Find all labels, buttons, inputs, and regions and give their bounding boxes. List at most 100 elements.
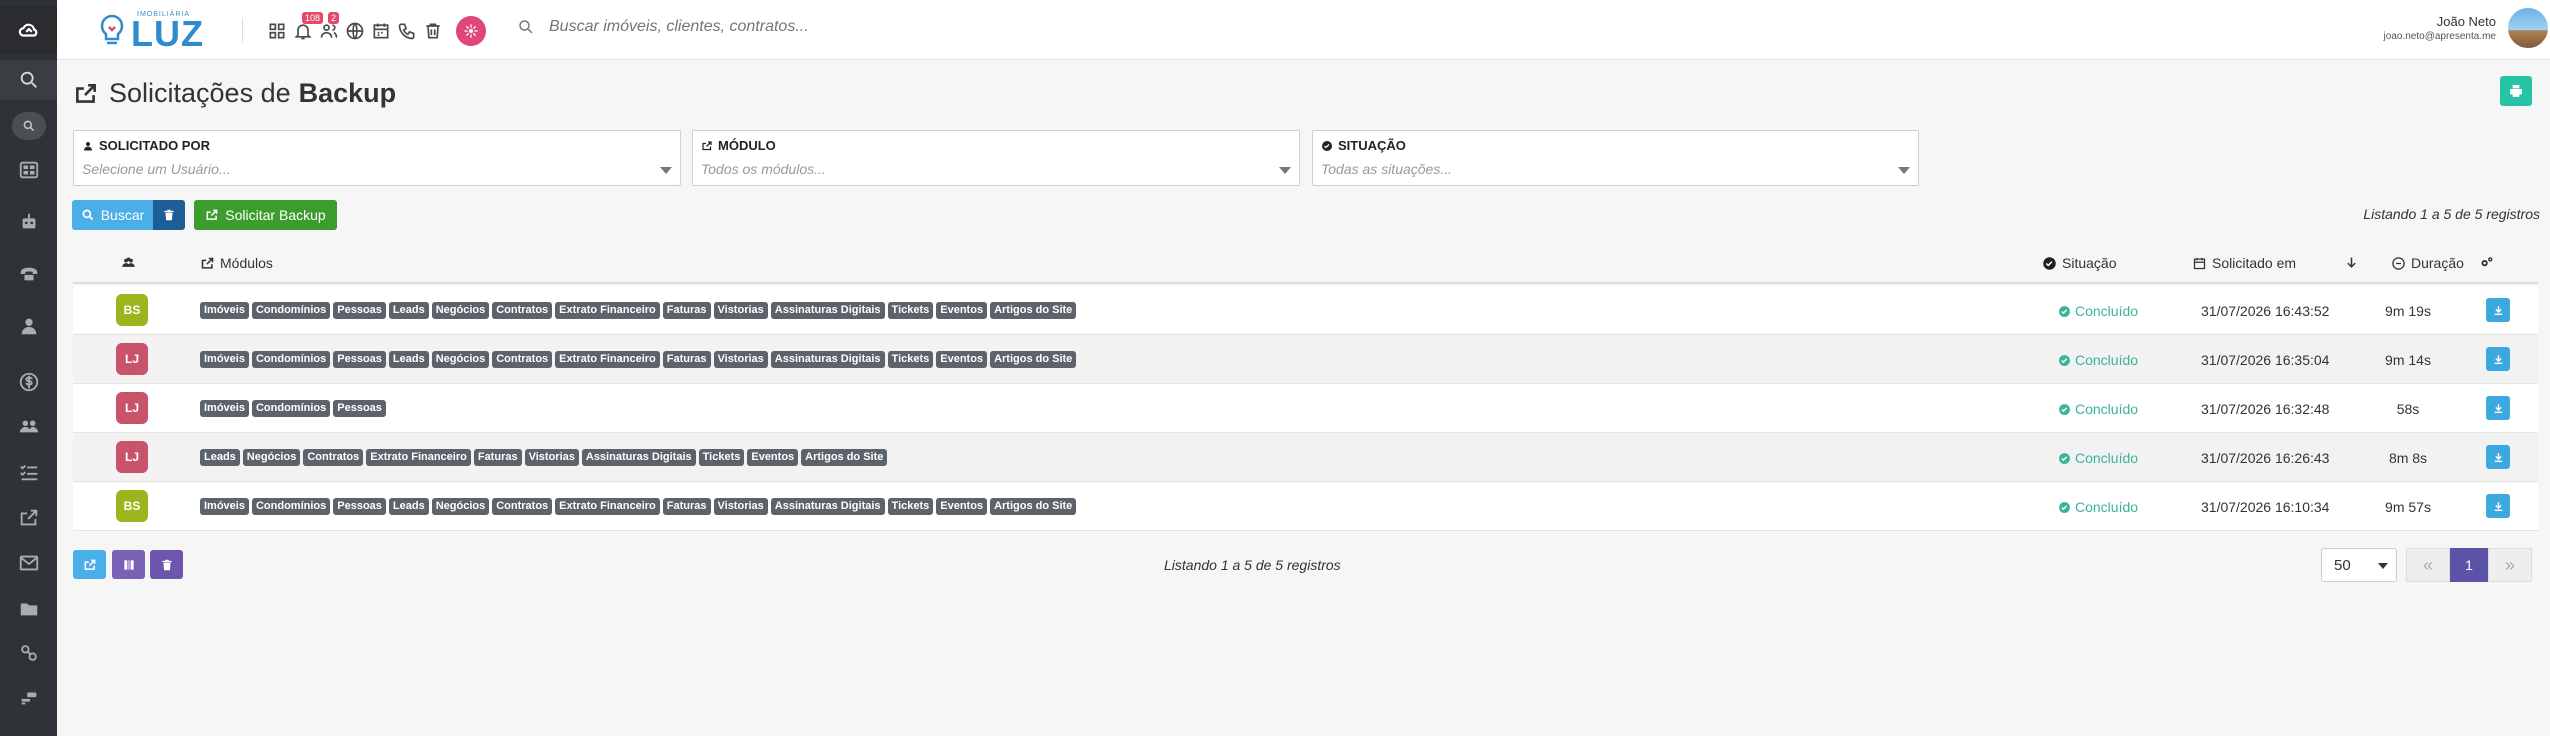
user-info[interactable]: João Neto joao.neto@apresenta.me	[2384, 14, 2496, 42]
download-button[interactable]	[2486, 396, 2510, 420]
module-tag: Eventos	[747, 449, 799, 466]
user-avatar[interactable]: LJ	[116, 343, 148, 375]
requested-at-header-label: Solicitado em	[2212, 255, 2297, 271]
share-icon	[76, 83, 96, 103]
module-tag: Leads	[200, 449, 240, 466]
first-page-button[interactable]: «	[2406, 548, 2450, 582]
last-page-button[interactable]: »	[2488, 548, 2532, 582]
company-logo[interactable]: IMOBILIÁRIA LUZ	[97, 8, 204, 52]
request-backup-button[interactable]: Solicitar Backup	[194, 200, 337, 230]
module-tag: Vistorias	[713, 351, 768, 368]
globe-icon[interactable]	[342, 18, 368, 44]
user-icon[interactable]	[0, 306, 57, 346]
duration-header-label: Duração	[2411, 255, 2464, 271]
home-cloud-icon[interactable]	[0, 6, 57, 54]
search-button-label: Buscar	[100, 207, 145, 223]
avatar[interactable]	[2506, 6, 2550, 50]
user-avatar[interactable]: LJ	[116, 392, 148, 424]
users-icon[interactable]	[0, 406, 57, 446]
calendar-icon	[2193, 257, 2206, 269]
download-icon	[2494, 452, 2502, 462]
module-tag: Negócios	[431, 302, 490, 319]
download-button[interactable]	[2486, 347, 2510, 371]
phone-icon[interactable]	[0, 254, 57, 294]
share-icon[interactable]	[0, 498, 57, 538]
share-icon	[84, 559, 95, 570]
main-content: Solicitações de Backup SOLICITADO POR Se…	[57, 60, 2550, 736]
requested-at: 31/07/2026 16:26:43	[2201, 450, 2330, 466]
search-pill-icon[interactable]	[0, 106, 57, 146]
settings-column-header[interactable]	[2479, 255, 2499, 270]
phone-call-icon[interactable]	[394, 18, 420, 44]
dashboard-icon[interactable]	[0, 150, 57, 190]
users-group-icon[interactable]: 2	[316, 12, 342, 44]
filter-status-label: SITUAÇÃO	[1321, 138, 1406, 153]
modules-column-header[interactable]: Módulos	[200, 255, 273, 271]
list-check-icon[interactable]	[0, 452, 57, 492]
sidebar	[0, 0, 57, 736]
status-column-header[interactable]: Situação	[2042, 255, 2116, 271]
special-action-icon[interactable]	[456, 16, 486, 46]
table-row: BS Imóveis Condomínios Pessoas Leads Negócios…	[73, 482, 2538, 531]
sort-desc-icon[interactable]	[2344, 255, 2364, 270]
grid-icon[interactable]	[264, 18, 290, 44]
gavel-icon[interactable]	[0, 678, 57, 718]
module-tag: Vistorias	[713, 302, 768, 319]
module-tags: Imóveis Condomínios Pessoas Leads Negócios Co…	[200, 302, 1077, 319]
columns-button[interactable]	[112, 550, 145, 579]
global-search-input[interactable]	[549, 18, 1049, 36]
filter-requested-by-label: SOLICITADO POR	[82, 138, 210, 153]
download-button[interactable]	[2486, 445, 2510, 469]
status-badge: Concluído	[2058, 352, 2138, 368]
download-button[interactable]	[2486, 298, 2510, 322]
users-column-header	[121, 255, 141, 270]
module-tag: Tickets	[887, 498, 934, 515]
module-tag: Pessoas	[333, 302, 386, 319]
user-avatar[interactable]: BS	[116, 490, 148, 522]
print-button[interactable]	[2500, 76, 2532, 106]
module-tags: Leads Negócios Contratos Extrato Financeiro…	[200, 449, 888, 466]
folder-icon[interactable]	[0, 589, 57, 629]
clear-filters-button[interactable]	[153, 200, 185, 230]
listing-count-bottom: Listando 1 a 5 de 5 registros	[1164, 557, 1341, 573]
bulk-delete-button[interactable]	[150, 550, 183, 579]
page-title: Solicitações de Backup	[73, 78, 396, 109]
module-tag: Assinaturas Digitais	[581, 449, 696, 466]
page-size-select[interactable]: 50	[2321, 548, 2397, 582]
status-badge: Concluído	[2058, 450, 2138, 466]
requested-at: 31/07/2026 16:35:04	[2201, 352, 2330, 368]
duration-column-header[interactable]: Duração	[2391, 255, 2464, 271]
search-button[interactable]: Buscar	[72, 200, 153, 230]
table-row: LJ Imóveis Condomínios Pessoas Leads Negócios…	[73, 335, 2538, 384]
download-icon	[2494, 403, 2502, 413]
mail-icon[interactable]	[0, 543, 57, 583]
module-tag: Extrato Financeiro	[555, 302, 660, 319]
filter-requested-by[interactable]: SOLICITADO POR Selecione um Usuário...	[73, 130, 681, 186]
export-button[interactable]	[73, 550, 106, 579]
module-tag: Artigos do Site	[990, 498, 1077, 515]
columns-icon	[123, 559, 134, 570]
requested-at-column-header[interactable]: Solicitado em	[2192, 255, 2296, 271]
cogs-icon[interactable]	[0, 633, 57, 673]
filter-module[interactable]: MÓDULO Todos os módulos...	[692, 130, 1300, 186]
gears-icon	[2481, 257, 2493, 267]
users-icon	[122, 257, 135, 267]
filter-requested-by-label-text: SOLICITADO POR	[99, 138, 210, 153]
module-tag: Imóveis	[200, 351, 249, 368]
search-icon[interactable]	[0, 60, 57, 100]
dollar-icon[interactable]	[0, 362, 57, 402]
module-tag: Extrato Financeiro	[366, 449, 471, 466]
user-name: João Neto	[2436, 14, 2496, 29]
module-tag: Contratos	[492, 302, 553, 319]
robot-icon[interactable]	[0, 202, 57, 242]
calendar-icon[interactable]	[368, 18, 394, 44]
filter-status[interactable]: SITUAÇÃO Todas as situações...	[1312, 130, 1919, 186]
download-button[interactable]	[2486, 494, 2510, 518]
share-icon	[702, 140, 712, 150]
page-button-current[interactable]: 1	[2450, 548, 2488, 582]
topbar-divider	[242, 18, 243, 42]
user-avatar[interactable]: BS	[116, 294, 148, 326]
bell-icon[interactable]: 108	[290, 12, 324, 44]
user-avatar[interactable]: LJ	[116, 441, 148, 473]
trash-icon[interactable]	[420, 18, 446, 44]
